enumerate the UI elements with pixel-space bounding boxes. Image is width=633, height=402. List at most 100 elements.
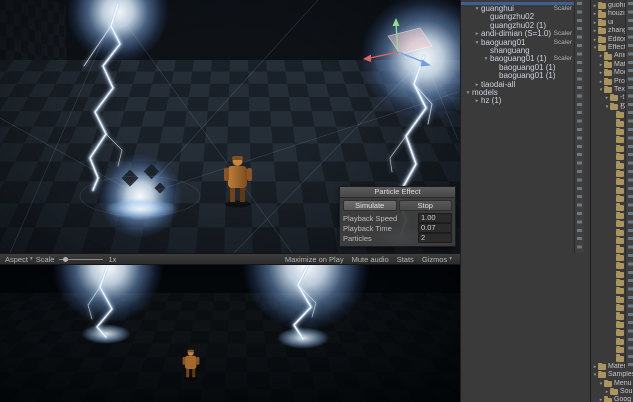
folder-icon	[616, 119, 624, 127]
scene-viewport[interactable]: Particle Effect Simulate Stop Playback S…	[0, 0, 460, 253]
folder-icon	[616, 111, 624, 119]
project-folder-item[interactable]: ▸ Goog	[591, 396, 633, 402]
stop-button[interactable]: Stop	[398, 200, 452, 211]
folder-icon	[598, 27, 606, 35]
hierarchy-scrollbar[interactable]	[574, 0, 584, 253]
folder-icon	[598, 10, 606, 18]
project-folder-label: Editor	[608, 35, 627, 43]
scale-value: 1x	[108, 254, 117, 264]
game-vignette	[0, 265, 460, 402]
scale-slider[interactable]	[59, 256, 104, 263]
hierarchy-item[interactable]: ▾ baoguang01 (1) Scaler	[461, 55, 583, 63]
hierarchy-item-label: hz (1)	[481, 97, 502, 106]
playback-speed-label: Playback Speed	[343, 213, 398, 223]
particles-label: Particles	[343, 233, 372, 243]
folder-icon	[616, 337, 624, 345]
project-folder-item[interactable]: ▾ Samples	[591, 371, 633, 379]
playback-time-field[interactable]: 0.07	[418, 223, 452, 233]
hierarchy-item-label: shanguang	[490, 46, 530, 55]
scale-slider-thumb[interactable]	[63, 256, 69, 262]
disclosure-down-icon[interactable]: ▾	[473, 5, 481, 13]
disclosure-right-icon[interactable]: ▸	[473, 97, 481, 105]
hierarchy-item-label: tiaodai-all	[481, 80, 516, 89]
project-folder-label: Goog	[614, 396, 632, 402]
project-folder-label: Menu	[614, 379, 632, 387]
chevron-down-icon: ▾	[29, 256, 33, 262]
folder-icon	[616, 329, 624, 337]
folder-icon	[616, 194, 624, 203]
hierarchy-item[interactable]: ▸ andi-dimian (S=1.0) Scaler	[461, 30, 583, 38]
folder-icon	[598, 371, 606, 379]
project-folder-item[interactable]: ▸ Sou	[591, 387, 633, 396]
disclosure-down-icon[interactable]: ▾	[464, 89, 472, 97]
folder-icon	[616, 161, 624, 169]
particle-effect-panel: Particle Effect Simulate Stop Playback S…	[339, 186, 456, 247]
folder-icon	[610, 94, 618, 102]
game-view-toolbar: Aspect ▾ Scale 1x Maximize on Play Mute …	[0, 253, 460, 265]
project-folder-label: -t	[620, 94, 625, 102]
folder-icon	[616, 262, 624, 270]
folder-icon	[616, 236, 624, 245]
folder-icon	[604, 396, 612, 402]
playback-speed-field[interactable]: 1.00	[418, 213, 452, 223]
hierarchy-item[interactable]: guangzhu02 (1)	[461, 22, 583, 30]
disclosure-down-icon[interactable]: ▾	[473, 39, 481, 47]
disclosure-down-icon[interactable]: ▾	[482, 55, 490, 63]
hierarchy-item[interactable]: baoguang01 (1)	[461, 72, 583, 80]
folder-icon	[616, 178, 624, 186]
hierarchy-list: ▾ guanghui Scaler guangzhu02 guangzhu02 (1) ▸…	[461, 0, 583, 106]
folder-icon	[598, 362, 606, 370]
project-folder-label: Sou	[620, 387, 633, 395]
maximize-on-play-button[interactable]: Maximize on Play	[285, 255, 344, 264]
hierarchy-item[interactable]: shanguang	[461, 47, 583, 55]
hierarchy-item[interactable]: ▾ guanghui Scaler	[461, 5, 583, 13]
disclosure-right-icon[interactable]: ▸	[473, 30, 481, 38]
particle-effect-title: Particle Effect	[340, 187, 455, 198]
scaler-component-badge: Scaler	[553, 38, 572, 46]
folder-icon	[616, 354, 624, 362]
hierarchy-item[interactable]: ▸ hz (1)	[461, 97, 583, 105]
folder-icon	[616, 320, 624, 329]
folder-icon	[604, 77, 612, 85]
chevron-down-icon: ▾	[449, 256, 452, 262]
hierarchy-item[interactable]: ▸ tiaodai-all	[461, 81, 583, 89]
folder-icon	[598, 18, 606, 26]
particles-field[interactable]: 2	[418, 233, 452, 243]
hierarchy-item[interactable]: baoguang01 (1)	[461, 64, 583, 72]
hierarchy-item-label: guangzhu02	[490, 13, 535, 22]
hierarchy-item[interactable]: ▾ models	[461, 89, 583, 97]
hierarchy-item-label: guanghui	[481, 5, 514, 13]
folder-icon	[616, 186, 624, 194]
scaler-component-badge: Scaler	[553, 30, 572, 38]
game-viewport[interactable]	[0, 265, 460, 402]
gizmos-dropdown[interactable]: Gizmos ▾	[422, 255, 452, 264]
folder-icon	[604, 52, 612, 60]
hierarchy-item-label: models	[472, 88, 498, 97]
folder-icon	[616, 153, 624, 161]
folder-icon	[604, 60, 612, 68]
simulate-button[interactable]: Simulate	[343, 200, 397, 211]
mute-audio-button[interactable]: Mute audio	[352, 255, 389, 264]
hierarchy-item-label: baoguang01	[481, 38, 526, 47]
folder-icon	[616, 295, 624, 303]
scaler-component-badge: Scaler	[553, 55, 572, 63]
project-folder-item[interactable]: ▾ Menu	[591, 379, 633, 388]
folder-icon	[616, 169, 624, 177]
project-folder-label: ui	[608, 18, 614, 26]
stats-button[interactable]: Stats	[397, 255, 414, 264]
folder-icon	[598, 2, 606, 10]
folder-icon	[604, 379, 612, 387]
project-scrollbar[interactable]	[625, 0, 633, 368]
hierarchy-item[interactable]: guangzhu02	[461, 13, 583, 21]
hierarchy-item-label: andi-dimian (S=1.0)	[481, 30, 551, 39]
project-folder-label: Samples	[608, 371, 633, 379]
hierarchy-item-label: baoguang01 (1)	[499, 63, 556, 72]
folder-icon	[616, 346, 624, 354]
aspect-dropdown[interactable]: Aspect ▾	[5, 255, 33, 264]
folder-icon	[616, 245, 624, 253]
disclosure-right-icon[interactable]: ▸	[473, 81, 481, 89]
folder-icon	[616, 203, 624, 211]
hierarchy-item[interactable]: ▾ baoguang01 Scaler	[461, 39, 583, 47]
project-folder-label: houzi	[608, 10, 625, 18]
folder-icon	[604, 85, 612, 94]
